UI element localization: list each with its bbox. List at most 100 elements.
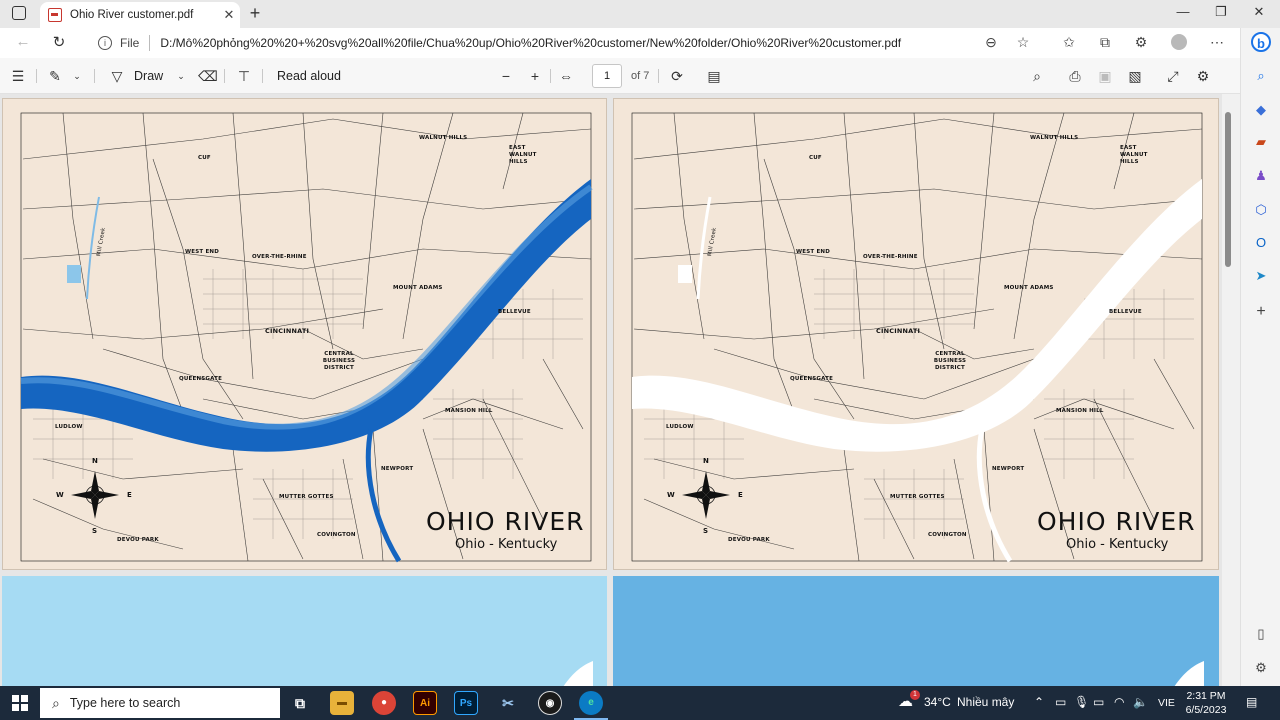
compass-label: W <box>667 491 675 499</box>
read-aloud-button[interactable]: Read aloud <box>277 67 341 85</box>
compass-label: W <box>56 491 64 499</box>
page-number-input[interactable]: 1 <box>592 64 622 88</box>
page-3-artwork <box>563 661 593 686</box>
search-icon[interactable]: ⌕ <box>1028 67 1046 85</box>
language-indicator[interactable]: VIE <box>1158 697 1175 709</box>
map-label: MOUNT ADAMS <box>1004 285 1054 291</box>
compass-label: S <box>92 527 98 535</box>
erase-icon[interactable]: ⌫ <box>198 67 218 85</box>
map-label: WALNUT HILLS <box>1030 135 1079 141</box>
close-tab-icon[interactable]: ✕ <box>218 7 240 23</box>
chevron-down-icon[interactable]: ⌄ <box>172 67 190 85</box>
tab-actions-icon[interactable] <box>12 6 26 20</box>
maximize-button[interactable]: ❐ <box>1206 4 1236 24</box>
pdf-viewer[interactable]: WALNUT HILLS EAST WALNUT HILLS CUF WEST … <box>0 94 1222 686</box>
zoom-in-icon[interactable]: + <box>526 67 544 85</box>
clock-date: 6/5/2023 <box>1185 704 1227 716</box>
file-explorer-icon[interactable]: ▬ <box>330 691 354 715</box>
map-label: EAST WALNUT HILLS <box>1120 145 1148 165</box>
url-text[interactable]: D:/Mô%20phỏng%20%20+%20svg%20all%20file/… <box>160 36 901 50</box>
microsoft-365-icon[interactable]: ⬡ <box>1251 200 1271 220</box>
microphone-icon[interactable]: 🎙 <box>1074 695 1089 709</box>
map-label: WEST END <box>796 249 830 255</box>
scrollbar-thumb[interactable] <box>1225 112 1231 267</box>
snipping-tool-icon[interactable]: ✂ <box>496 691 520 715</box>
photoshop-icon[interactable]: Ps <box>454 691 478 715</box>
more-menu-icon[interactable]: ⋯ <box>1208 34 1226 52</box>
map-label: MUTTER GOTTES <box>890 494 945 500</box>
settings-gear-icon[interactable]: ⚙ <box>1251 658 1271 678</box>
highlight-icon[interactable]: ✎ <box>46 67 64 85</box>
page-view-icon[interactable]: ▤ <box>705 67 723 85</box>
fit-page-icon[interactable]: ⇔ <box>557 67 575 85</box>
toolbar-divider <box>224 69 225 83</box>
clock-time: 2:31 PM <box>1186 690 1226 702</box>
send-icon[interactable]: ➤ <box>1251 266 1271 286</box>
windows-start-icon[interactable] <box>12 695 28 711</box>
settings-gear-icon[interactable]: ⚙ <box>1194 67 1212 85</box>
map-title: OHIO RIVER <box>1037 507 1196 536</box>
games-icon[interactable]: ♟ <box>1251 166 1271 186</box>
notifications-icon[interactable]: ▤ <box>1246 695 1257 709</box>
outlook-icon[interactable]: O <box>1251 233 1271 253</box>
tools-briefcase-icon[interactable]: ▰ <box>1251 132 1271 152</box>
contents-icon[interactable]: ☰ <box>9 67 27 85</box>
clock[interactable]: 2:31 PM 6/5/2023 <box>1182 689 1230 717</box>
page-4-artwork <box>1174 661 1204 686</box>
favorite-star-icon[interactable]: ☆ <box>1014 34 1032 52</box>
back-button[interactable]: ← <box>12 33 34 53</box>
compass-rose <box>71 471 119 519</box>
text-icon[interactable]: ⊤ <box>235 67 253 85</box>
search-icon[interactable]: ⌕ <box>1251 66 1271 86</box>
compass-rose <box>682 471 730 519</box>
save-icon[interactable]: ▣ <box>1096 67 1114 85</box>
map-label: COVINGTON <box>317 532 356 538</box>
shopping-tag-icon[interactable]: ◆ <box>1251 100 1271 120</box>
volume-icon[interactable]: 🔈 <box>1133 695 1148 709</box>
toolbar-divider <box>262 69 263 83</box>
new-tab-button[interactable]: + <box>245 4 265 24</box>
map-label: CENTRAL BUSINESS DISTRICT <box>322 351 356 371</box>
wifi-icon[interactable]: ◠ <box>1114 695 1124 709</box>
info-icon[interactable]: i <box>98 36 112 50</box>
draw-button[interactable]: Draw <box>134 67 163 85</box>
zoom-icon[interactable]: ⊖ <box>982 34 1000 52</box>
map-label: CUF <box>809 155 822 161</box>
meet-now-icon[interactable]: ▭ <box>1055 695 1066 709</box>
fullscreen-icon[interactable]: ⤢ <box>1164 67 1182 85</box>
map-label: MOUNT ADAMS <box>393 285 443 291</box>
task-view-icon[interactable]: ⧉ <box>288 691 312 715</box>
chevron-down-icon[interactable]: ⌄ <box>68 67 86 85</box>
add-icon[interactable]: + <box>1251 302 1271 322</box>
profile-avatar[interactable] <box>1170 34 1188 52</box>
map-title: OHIO RIVER <box>426 507 585 536</box>
map-label: OVER-THE-RHINE <box>252 254 307 260</box>
map-label: COVINGTON <box>928 532 967 538</box>
map-label: BELLEVUE <box>1109 309 1142 315</box>
minimize-button[interactable]: — <box>1168 4 1198 24</box>
pdf-page-4 <box>613 576 1219 686</box>
edge-icon[interactable]: e <box>579 691 603 715</box>
refresh-button[interactable]: ↻ <box>48 33 70 53</box>
illustrator-icon[interactable]: Ai <box>413 691 437 715</box>
chrome-icon[interactable]: ● <box>372 691 396 715</box>
save-as-icon[interactable]: ▧ <box>1126 67 1144 85</box>
obs-icon[interactable]: ◉ <box>538 691 562 715</box>
extensions-icon[interactable]: ⚙ <box>1132 34 1150 52</box>
taskbar-search[interactable]: ⌕ Type here to search <box>40 688 280 718</box>
zoom-out-icon[interactable]: − <box>497 67 515 85</box>
print-icon[interactable]: ⎙ <box>1066 67 1084 85</box>
tab-active[interactable]: Ohio River customer.pdf ✕ <box>40 2 240 28</box>
close-window-button[interactable]: ✕ <box>1244 4 1274 24</box>
bing-chat-icon[interactable]: b <box>1251 32 1271 52</box>
sidebar-layout-icon[interactable]: ▯ <box>1251 624 1271 644</box>
chevron-up-icon[interactable]: ⌃ <box>1034 695 1044 709</box>
draw-icon[interactable]: ▽ <box>108 67 126 85</box>
weather-temperature[interactable]: 34°C <box>924 695 951 709</box>
collections-icon[interactable]: ⧉ <box>1096 34 1114 52</box>
battery-icon[interactable]: ▭ <box>1093 695 1104 709</box>
weather-description[interactable]: Nhiều mây <box>957 695 1014 709</box>
rotate-icon[interactable]: ⟳ <box>668 67 686 85</box>
url-field[interactable]: i File D:/Mô%20phỏng%20%20+%20svg%20all%… <box>90 31 1040 55</box>
favorites-icon[interactable]: ✩ <box>1060 34 1078 52</box>
